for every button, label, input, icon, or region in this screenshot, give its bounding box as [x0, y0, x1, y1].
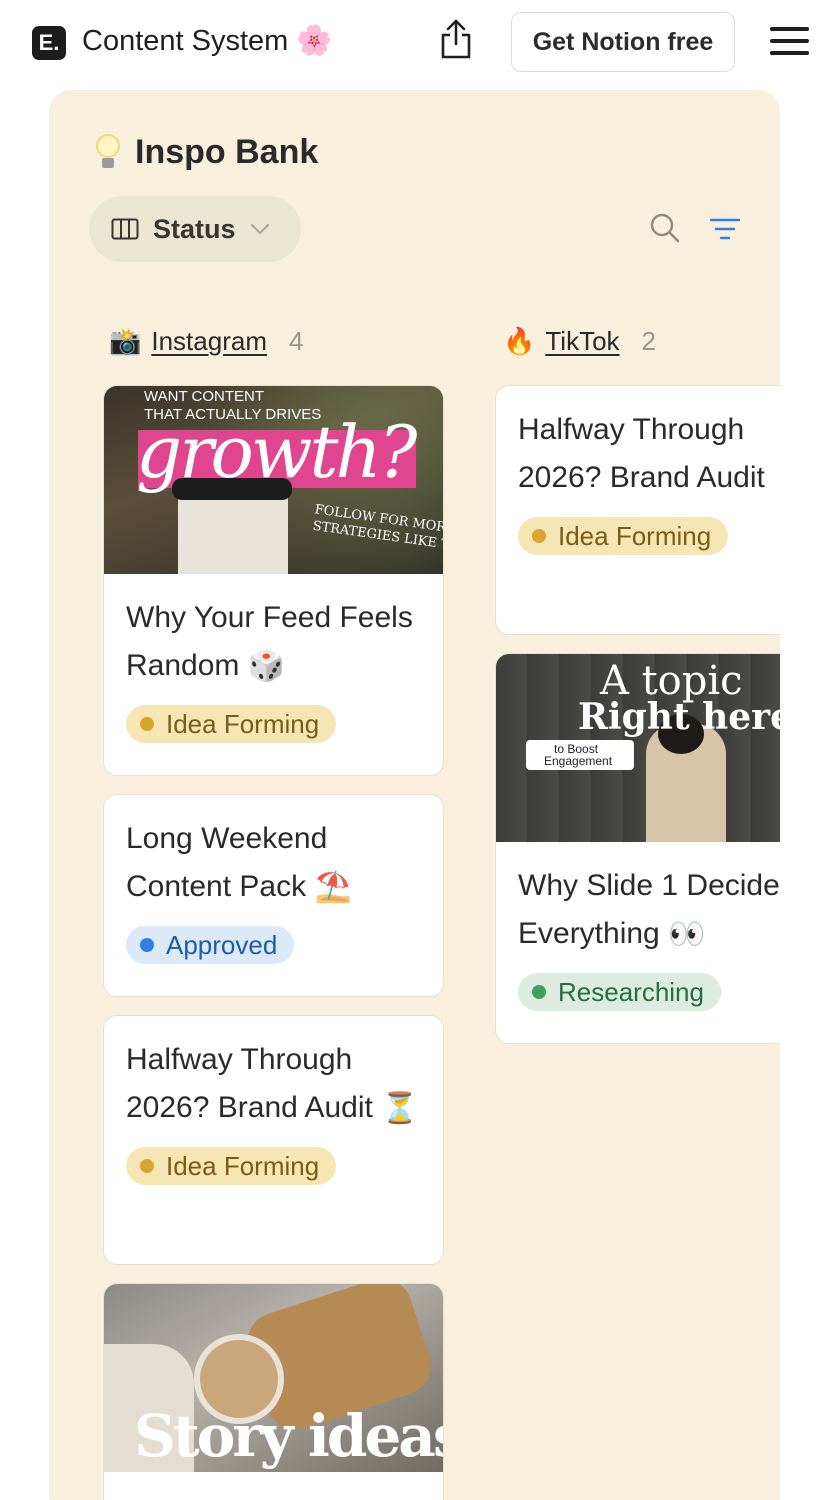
- board-card[interactable]: Halfway Through 2026? Brand Audit ⏳ Idea…: [495, 385, 780, 635]
- board-card[interactable]: WANT CONTENT THAT ACTUALLY DRIVES growth…: [103, 385, 444, 776]
- hamburger-menu-icon[interactable]: [770, 25, 810, 57]
- hourglass-icon: ⏳: [381, 1092, 419, 1126]
- column-header-instagram[interactable]: 📸 Instagram 4: [109, 326, 303, 357]
- lightbulb-icon: [93, 132, 123, 172]
- card-cover-image: A topic Right here to Boost Engagement: [496, 654, 780, 842]
- card-body: Why Slide 1 Decides Everything 👀 Researc…: [496, 842, 780, 1012]
- search-icon[interactable]: [649, 212, 681, 244]
- card-cover-image: WANT CONTENT THAT ACTUALLY DRIVES growth…: [104, 386, 443, 574]
- board-title: Inspo Bank: [93, 132, 318, 172]
- camera-icon: 📸: [109, 326, 142, 356]
- view-label: Status: [153, 213, 236, 244]
- board-card[interactable]: Story ideas: [103, 1283, 444, 1500]
- filter-icon[interactable]: [709, 216, 741, 242]
- status-badge: Researching: [518, 973, 721, 1012]
- view-selector-button[interactable]: Status: [89, 196, 301, 262]
- card-title: Why Your Feed Feels Random 🎲: [126, 594, 421, 691]
- cover-text: WANT CONTENT: [144, 388, 264, 405]
- eyes-icon: 👀: [668, 918, 706, 952]
- board-card[interactable]: Long Weekend Content Pack ⛱️ Approved: [103, 794, 444, 997]
- column-count: 2: [641, 326, 656, 356]
- cover-text: Engagement: [544, 754, 613, 768]
- card-body: Long Weekend Content Pack ⛱️ Approved: [104, 795, 443, 965]
- card-body: Halfway Through 2026? Brand Audit ⏳ Idea…: [496, 386, 780, 556]
- status-badge: Idea Forming: [126, 1147, 337, 1186]
- card-body: Halfway Through 2026? Brand Audit ⏳ Idea…: [104, 1016, 443, 1186]
- get-notion-button[interactable]: Get Notion free: [511, 12, 735, 72]
- status-badge: Idea Forming: [518, 517, 729, 556]
- share-icon[interactable]: [438, 18, 474, 60]
- cover-headline: Right here: [578, 696, 780, 738]
- card-title: Halfway Through 2026? Brand Audit ⏳: [126, 1036, 421, 1133]
- card-title: Why Slide 1 Decides Everything 👀: [518, 862, 780, 959]
- card-body: Why Your Feed Feels Random 🎲 Idea Formin…: [104, 574, 443, 744]
- logo-letter: E.: [38, 30, 60, 55]
- cover-headline: Story ideas: [134, 1402, 443, 1470]
- site-title[interactable]: Content System 🌸: [82, 24, 332, 58]
- board-view-icon: [111, 218, 139, 240]
- status-badge: Approved: [126, 926, 295, 965]
- site-logo[interactable]: E.: [32, 26, 66, 60]
- board-card[interactable]: A topic Right here to Boost Engagement W…: [495, 653, 780, 1044]
- dice-icon: 🎲: [247, 650, 286, 684]
- beach-umbrella-icon: ⛱️: [314, 871, 352, 905]
- board-card[interactable]: Halfway Through 2026? Brand Audit ⏳ Idea…: [103, 1015, 444, 1265]
- board-title-label: Inspo Bank: [135, 132, 319, 171]
- card-cover-image: Story ideas: [104, 1284, 443, 1472]
- card-title: Long Weekend Content Pack ⛱️: [126, 815, 421, 912]
- column-name[interactable]: TikTok: [545, 326, 619, 357]
- chevron-down-icon: [250, 224, 269, 235]
- board-panel: Inspo Bank Status 📸 Instagram 4 🔥 TikTok…: [49, 90, 780, 1500]
- card-title: Halfway Through 2026? Brand Audit ⏳: [518, 406, 780, 503]
- hourglass-icon: ⏳: [773, 455, 780, 503]
- fire-icon: 🔥: [503, 326, 536, 356]
- column-count: 4: [288, 326, 304, 356]
- status-badge: Idea Forming: [126, 705, 337, 744]
- column-name[interactable]: Instagram: [151, 326, 267, 357]
- top-bar: E. Content System 🌸 Get Notion free: [0, 0, 829, 86]
- column-header-tiktok[interactable]: 🔥 TikTok 2: [503, 326, 656, 357]
